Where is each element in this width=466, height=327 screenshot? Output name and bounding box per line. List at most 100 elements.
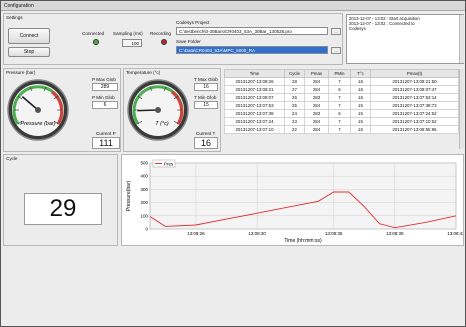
- column-header[interactable]: T°c: [350, 69, 371, 78]
- cycle-data-table: Time Cycle Pmax PMin T°c Pmax(t) 2013120…: [224, 69, 459, 134]
- table-cell: 20131207-13:07:38:73: [370, 101, 459, 110]
- table-cell: 20131207-13:07:38: [224, 109, 285, 118]
- table-cell: 24: [284, 109, 305, 118]
- table-cell: 20131207-13:08:21:50: [370, 77, 459, 86]
- table-cell: 20131207-13:08:07: [224, 93, 285, 102]
- table-cell: 20131207-13:06:55:96: [370, 125, 459, 134]
- y-tick-label: 0: [145, 227, 148, 232]
- table-cell: 7: [328, 101, 351, 110]
- x-tick-label: 13:08:39: [386, 231, 404, 236]
- t-max-label: T Max Glob: [194, 77, 218, 82]
- t-max-value: 16: [194, 83, 218, 91]
- column-header[interactable]: Time: [224, 69, 285, 78]
- save-folder-browse-button[interactable]: ...: [331, 47, 341, 54]
- table-row[interactable]: 20131207-13:08:26 28 284 7 16 20131207-13:08:…: [224, 77, 459, 86]
- column-header[interactable]: Pmax(t): [370, 69, 459, 78]
- configuration-window: Configuration Settings Connect Stop Conn…: [0, 0, 466, 327]
- table-cell: 16: [350, 125, 371, 134]
- table-cell: 284: [304, 125, 329, 134]
- y-tick-label: 100: [140, 213, 148, 218]
- recording-label: Recording: [150, 31, 171, 36]
- table-cell: 284: [304, 85, 329, 94]
- column-header[interactable]: Pmax: [304, 69, 329, 78]
- current-t-value: 16: [194, 137, 218, 149]
- column-header[interactable]: Cycle: [284, 69, 305, 78]
- table-scrollbar[interactable]: [459, 69, 464, 149]
- table-cell: 15: [350, 109, 371, 118]
- y-tick-label: 300: [140, 187, 148, 192]
- table-cell: 20131207-13:07:10:52: [370, 117, 459, 126]
- column-header[interactable]: PMin: [328, 69, 351, 78]
- cycle-value: 29: [24, 193, 102, 225]
- p-min-label: P Min Glob: [92, 95, 115, 100]
- pressure-gauge: Pressure (bar): [7, 79, 69, 141]
- table-row[interactable]: 20131207-13:07:38 24 283 6 15 20131207-13:07:…: [224, 109, 459, 118]
- table-row[interactable]: 20131207-13:08:07 26 283 7 16 20131207-13:07:…: [224, 93, 459, 102]
- temperature-panel: Temperature (°c) T (°c) T Max Glob 16 T …: [123, 68, 221, 152]
- table-cell: 283: [304, 109, 329, 118]
- temperature-gauge-label: T (°c): [155, 121, 169, 127]
- y-tick-label: 200: [140, 200, 148, 205]
- t-min-value: 15: [194, 101, 218, 109]
- table-cell: 6: [328, 109, 351, 118]
- sampling-input[interactable]: 100: [122, 39, 142, 47]
- x-tick-label: 13:08:30: [248, 231, 266, 236]
- table-cell: 284: [304, 117, 329, 126]
- recording-indicator: [161, 39, 167, 45]
- table-cell: 16: [350, 93, 371, 102]
- table-row[interactable]: 20131207-13:07:24 23 284 7 15 20131207-13:07:…: [224, 117, 459, 126]
- table-cell: 7: [328, 125, 351, 134]
- chart-legend: Pres: [152, 159, 176, 168]
- current-p-value: 111: [92, 137, 120, 149]
- pressure-label: Pressure (bar): [6, 70, 36, 75]
- x-tick-label: 13:08:43: [447, 231, 463, 236]
- table-row[interactable]: 20131207-13:08:21 27 284 6 16 20131207-13:08:…: [224, 85, 459, 94]
- table-row[interactable]: 20131207-13:07:10 22 284 7 16 20131207-13:06:…: [224, 125, 459, 134]
- table-cell: 16: [350, 77, 371, 86]
- pressure-chart: 0 100 200 300 400 500 13:08:26 13:08:30 13:08:3…: [126, 159, 463, 244]
- table-cell: 22: [284, 125, 305, 134]
- table-cell: 20131207-13:07:53:14: [370, 93, 459, 102]
- log-scrollbar[interactable]: [459, 15, 464, 63]
- table-header-row: Time Cycle Pmax PMin T°c Pmax(t): [224, 69, 459, 78]
- table-cell: 20131207-13:07:53: [224, 101, 285, 110]
- table-cell: 15: [350, 101, 371, 110]
- codesys-project-label: Codesys Project: [176, 20, 210, 25]
- x-tick-label: 13:08:26: [187, 231, 205, 236]
- connect-button[interactable]: Connect: [8, 28, 50, 44]
- table-cell: 15: [350, 117, 371, 126]
- table-cell: 7: [328, 93, 351, 102]
- chart-panel: 0 100 200 300 400 500 13:08:26 13:08:30 13:08:3…: [121, 154, 464, 246]
- table-cell: 16: [350, 85, 371, 94]
- table-cell: 27: [284, 85, 305, 94]
- connected-indicator: [93, 39, 99, 45]
- codesys-project-field[interactable]: C:\testbench\0-30Bars\CR0403_53A_30Bar_1…: [176, 27, 328, 35]
- table-cell: 284: [304, 101, 329, 110]
- p-max-label: P Max Glob: [92, 77, 116, 82]
- pressure-gauge-label: Pressure (bar): [20, 121, 55, 127]
- table-cell: 20131207-13:07:24: [224, 117, 285, 126]
- codesys-browse-button[interactable]: ...: [331, 28, 341, 35]
- table-row[interactable]: 20131207-13:07:53 25 284 7 15 20131207-13:07:…: [224, 101, 459, 110]
- log-line: Codesys: [349, 26, 366, 31]
- cycle-label: Cycle: [6, 156, 18, 161]
- temperature-gauge: T (°c): [127, 79, 189, 141]
- temperature-label: Temperature (°c): [126, 70, 161, 75]
- table-cell: 25: [284, 101, 305, 110]
- pressure-panel: Pressure (bar) Pressure (bar) P Max Glob…: [3, 68, 121, 152]
- y-tick-label: 400: [140, 174, 148, 179]
- current-t-label: Current T: [196, 131, 216, 136]
- table-cell: 26: [284, 93, 305, 102]
- cycle-panel: Cycle 29: [3, 154, 118, 246]
- table-cell: 20131207-13:08:07:47: [370, 85, 459, 94]
- table-cell: 284: [304, 77, 329, 86]
- stop-button[interactable]: Stop: [8, 47, 50, 57]
- chart-x-label: Time (hh:mm:ss): [284, 238, 322, 244]
- settings-label: Settings: [6, 15, 23, 20]
- table-cell: 283: [304, 93, 329, 102]
- save-folder-field[interactable]: C:\Data\CR0403_53A\MPC_5000_RA: [176, 46, 328, 54]
- p-min-value: 6: [92, 101, 118, 109]
- table-cell: 20131207-13:07:24:52: [370, 109, 459, 118]
- table-cell: 20131207-13:08:21: [224, 85, 285, 94]
- event-log: 2013-12-07 - 13:02 : Start acquisition 2…: [346, 14, 464, 64]
